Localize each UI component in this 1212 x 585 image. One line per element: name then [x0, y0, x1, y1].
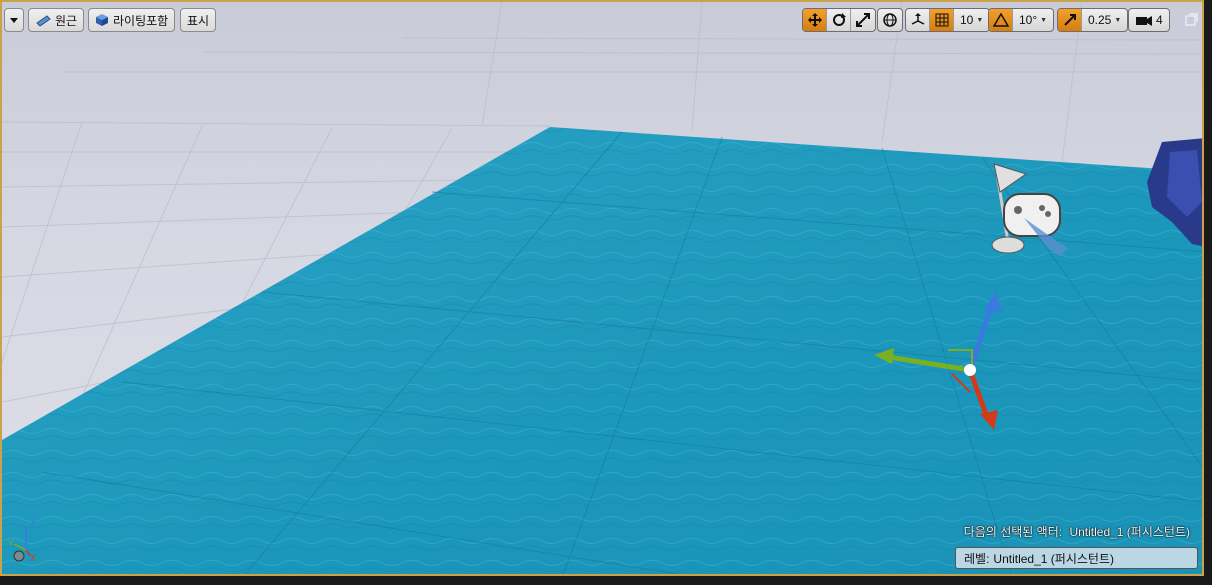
camera-icon: [1136, 16, 1152, 26]
coordinate-space-button[interactable]: [878, 9, 902, 31]
camera-speed-value: 4: [1156, 13, 1163, 27]
lit-cube-icon: [96, 14, 108, 26]
current-level-box: 레벨: Untitled_1 (퍼시스턴트): [955, 547, 1198, 569]
rotation-snap-toggle[interactable]: [989, 9, 1013, 31]
translate-tool-button[interactable]: [803, 9, 827, 31]
translate-icon: [807, 13, 822, 27]
coordinate-space-group: [877, 8, 903, 32]
rotate-icon: [832, 13, 846, 26]
chevron-down-icon: ▼: [976, 16, 984, 24]
view-mode-button[interactable]: 라이팅포함: [88, 8, 176, 32]
perspective-button[interactable]: 원근: [28, 8, 85, 32]
axis-y-label: Y: [8, 538, 14, 548]
camera-speed-dropdown[interactable]: 4: [1129, 9, 1169, 31]
rotate-tool-button[interactable]: [827, 9, 851, 31]
maximize-button[interactable]: [1185, 13, 1198, 26]
show-label: 표시: [187, 13, 210, 28]
chevron-down-icon: ▼: [1114, 16, 1122, 24]
axis-x-label: X: [30, 553, 36, 563]
selected-actor-label: 다음의 선택된 액터:: [963, 525, 1063, 539]
transform-tools-group: [802, 8, 876, 32]
axis-indicator: Z Y X: [8, 519, 36, 563]
scale-tool-button[interactable]: [851, 9, 875, 31]
perspective-icon: [36, 15, 51, 27]
chevron-down-icon: ▼: [1040, 16, 1048, 24]
angle-icon: [992, 13, 1009, 27]
grid-snap-value: 10: [960, 13, 974, 27]
scale-snap-icon: [1063, 14, 1076, 26]
rotation-snap-group: 10° ▼: [988, 8, 1055, 32]
grid-snap-toggle[interactable]: [930, 9, 954, 31]
selected-actor-value: Untitled_1 (퍼시스턴트): [1069, 525, 1190, 539]
surface-snap-icon: [911, 13, 924, 25]
camera-speed-group: 4: [1128, 8, 1170, 32]
globe-icon: [883, 13, 897, 27]
level-label: 레벨:: [964, 551, 990, 566]
scene-view[interactable]: [2, 2, 1204, 576]
scale-icon: [856, 13, 870, 27]
level-viewport[interactable]: 원근 라이팅포함 표시 10 ▼ 10° ▼ 0.25 ▼ 4 다음의 선택된 …: [0, 0, 1204, 576]
surface-snap-button[interactable]: [906, 9, 930, 31]
perspective-label: 원근: [55, 13, 78, 28]
scale-snap-value-dropdown[interactable]: 0.25 ▼: [1082, 9, 1127, 31]
rotation-snap-value-dropdown[interactable]: 10° ▼: [1013, 9, 1053, 31]
grid-snap-group: 10 ▼: [905, 8, 991, 32]
rotation-snap-value: 10°: [1019, 13, 1038, 27]
scale-snap-group: 0.25 ▼: [1057, 8, 1129, 32]
scale-snap-value: 0.25: [1088, 13, 1112, 27]
level-value: Untitled_1 (퍼시스턴트): [993, 551, 1114, 566]
chevron-down-icon: [10, 18, 18, 23]
selected-actor-info: 다음의 선택된 액터: Untitled_1 (퍼시스턴트): [960, 523, 1190, 540]
grid-icon: [935, 13, 948, 27]
viewport-options-button[interactable]: [4, 8, 24, 32]
axis-z-label: Z: [30, 519, 36, 529]
lighting-label: 라이팅포함: [113, 13, 169, 28]
show-button[interactable]: 표시: [180, 8, 217, 32]
maximize-icon: [1185, 13, 1198, 26]
scale-snap-toggle[interactable]: [1058, 9, 1082, 31]
grid-snap-value-dropdown[interactable]: 10 ▼: [954, 9, 989, 31]
